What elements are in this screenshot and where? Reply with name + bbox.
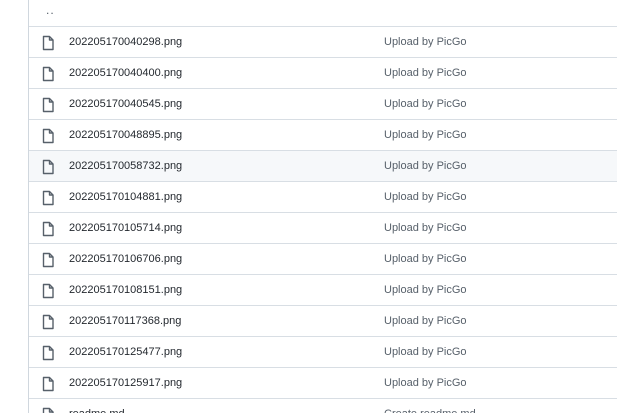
file-row[interactable]: 202205170058732.png Upload by PicGo	[29, 151, 617, 182]
file-icon	[41, 314, 55, 330]
commit-message-link[interactable]: Upload by PicGo	[384, 36, 467, 48]
file-icon	[41, 66, 55, 82]
commit-message-link[interactable]: Upload by PicGo	[384, 67, 467, 79]
file-row[interactable]: 202205170104881.png Upload by PicGo	[29, 182, 617, 213]
file-row[interactable]: 202205170105714.png Upload by PicGo	[29, 213, 617, 244]
commit-message-link[interactable]: Upload by PicGo	[384, 284, 467, 296]
commit-message-link[interactable]: Upload by PicGo	[384, 222, 467, 234]
file-icon	[41, 376, 55, 392]
file-name-link[interactable]: 202205170125917.png	[69, 377, 182, 389]
file-icon	[41, 35, 55, 51]
commit-message-link[interactable]: Upload by PicGo	[384, 129, 467, 141]
file-row[interactable]: 202205170040298.png Upload by PicGo	[29, 27, 617, 58]
commit-message-link[interactable]: Upload by PicGo	[384, 315, 467, 327]
file-icon	[41, 159, 55, 175]
file-row[interactable]: readme.md Create readme.md	[29, 399, 617, 413]
file-icon	[41, 345, 55, 361]
file-name-link[interactable]: 202205170117368.png	[69, 315, 181, 327]
commit-message-link[interactable]: Upload by PicGo	[384, 377, 467, 389]
file-list: .. 202205170040298.png Upload by PicGo 202…	[28, 0, 617, 413]
file-icon	[41, 97, 55, 113]
file-icon	[41, 190, 55, 206]
file-row[interactable]: 202205170125477.png Upload by PicGo	[29, 337, 617, 368]
commit-message-link[interactable]: Upload by PicGo	[384, 98, 467, 110]
file-name-link[interactable]: 202205170040298.png	[69, 36, 182, 48]
commit-message-link[interactable]: Upload by PicGo	[384, 160, 467, 172]
file-name-link[interactable]: 202205170058732.png	[69, 160, 182, 172]
commit-message-link[interactable]: Upload by PicGo	[384, 191, 467, 203]
parent-directory-row[interactable]: ..	[29, 0, 617, 27]
file-row[interactable]: 202205170106706.png Upload by PicGo	[29, 244, 617, 275]
file-name-link[interactable]: 202205170040400.png	[69, 67, 182, 79]
file-icon	[41, 283, 55, 299]
file-name-link[interactable]: 202205170104881.png	[69, 191, 182, 203]
file-name-link[interactable]: 202205170040545.png	[69, 98, 182, 110]
file-name-link[interactable]: 202205170125477.png	[69, 346, 182, 358]
file-name-link[interactable]: 202205170048895.png	[69, 129, 182, 141]
file-row[interactable]: 202205170040400.png Upload by PicGo	[29, 58, 617, 89]
file-row[interactable]: 202205170125917.png Upload by PicGo	[29, 368, 617, 399]
file-icon	[41, 128, 55, 144]
file-icon	[41, 221, 55, 237]
parent-directory-link[interactable]: ..	[46, 3, 55, 17]
file-row[interactable]: 202205170048895.png Upload by PicGo	[29, 120, 617, 151]
file-row[interactable]: 202205170108151.png Upload by PicGo	[29, 275, 617, 306]
commit-message-link[interactable]: Upload by PicGo	[384, 253, 467, 265]
file-row[interactable]: 202205170040545.png Upload by PicGo	[29, 89, 617, 120]
file-name-link[interactable]: 202205170106706.png	[69, 253, 182, 265]
file-name-link[interactable]: 202205170105714.png	[69, 222, 182, 234]
commit-message-link[interactable]: Upload by PicGo	[384, 346, 467, 358]
commit-message-link[interactable]: Create readme.md	[384, 408, 476, 413]
file-name-link[interactable]: readme.md	[69, 408, 125, 413]
file-row[interactable]: 202205170117368.png Upload by PicGo	[29, 306, 617, 337]
file-icon	[41, 407, 55, 413]
file-icon	[41, 252, 55, 268]
file-name-link[interactable]: 202205170108151.png	[69, 284, 182, 296]
